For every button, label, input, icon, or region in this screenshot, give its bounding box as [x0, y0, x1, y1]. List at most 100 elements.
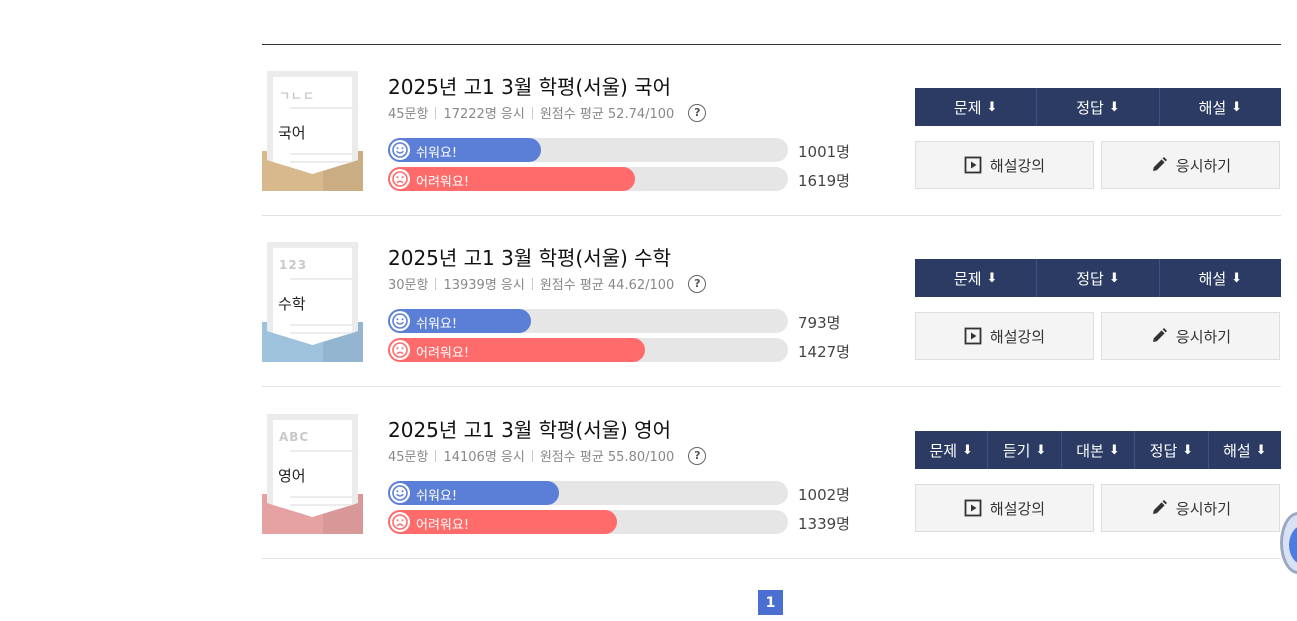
- pencil-icon: [1150, 156, 1168, 174]
- take-test-button[interactable]: 응시하기: [1101, 484, 1280, 532]
- download-button[interactable]: 대본 ⬇: [1062, 431, 1136, 469]
- smile-icon: [390, 140, 410, 160]
- subject-thumbnail: 123 수학: [262, 242, 363, 362]
- taker-count: 17222명 응시: [443, 107, 525, 122]
- download-icon: ⬇: [1108, 99, 1120, 115]
- easy-vote-label: 쉬워요!: [416, 489, 458, 504]
- take-test-label: 응시하기: [1175, 156, 1232, 175]
- take-test-button[interactable]: 응시하기: [1101, 312, 1280, 360]
- hard-vote-bar[interactable]: 어려워요!: [388, 338, 788, 362]
- subject-thumbnail: ㄱㄴㄷ 국어: [262, 71, 363, 191]
- easy-vote-count: 793명: [798, 314, 841, 332]
- play-icon: [964, 499, 982, 517]
- download-label: 대본: [1076, 441, 1104, 460]
- easy-vote-bar[interactable]: 쉬워요!: [388, 138, 788, 162]
- hard-vote-count: 1339명: [798, 515, 850, 533]
- pencil-icon: [1150, 327, 1168, 345]
- average-score: 원점수 평균 52.74/100: [539, 107, 675, 122]
- exam-title[interactable]: 2025년 고1 3월 학평(서울) 수학: [388, 242, 671, 271]
- lecture-label: 해설강의: [989, 156, 1046, 175]
- download-label: 정답: [1149, 441, 1178, 460]
- download-label: 해설: [1198, 98, 1227, 117]
- download-label: 정답: [1076, 269, 1104, 288]
- pagination-page-1[interactable]: 1: [758, 590, 783, 615]
- download-bar: 문제 ⬇ 정답 ⬇ 해설 ⬇: [915, 88, 1281, 126]
- hard-vote-count: 1427명: [798, 343, 850, 361]
- help-icon[interactable]: ?: [688, 274, 707, 293]
- hard-vote-count: 1619명: [798, 172, 850, 190]
- exam-title[interactable]: 2025년 고1 3월 학평(서울) 영어: [388, 414, 671, 443]
- easy-vote-label: 쉬워요!: [416, 146, 458, 161]
- take-test-button[interactable]: 응시하기: [1101, 141, 1280, 189]
- exam-row: 123 수학 2025년 고1 3월 학평(서울) 수학 30문항 13939명 응시 원…: [262, 216, 1281, 387]
- frown-icon: [390, 340, 410, 360]
- floating-button-icon: [1289, 525, 1297, 565]
- download-button[interactable]: 해설 ⬇: [1160, 88, 1281, 126]
- subject-thumbnail: ABC 영어: [262, 414, 363, 534]
- download-icon: ⬇: [1255, 442, 1267, 458]
- play-icon: [964, 156, 982, 174]
- pencil-icon: [1150, 499, 1168, 517]
- exam-meta: 45문항 17222명 응시 원점수 평균 52.74/100?: [388, 103, 707, 122]
- download-button[interactable]: 해설 ⬇: [1160, 259, 1281, 297]
- lecture-button[interactable]: 해설강의: [915, 312, 1094, 360]
- thumbnail-subject: 영어: [278, 467, 306, 485]
- download-icon: ⬇: [1108, 270, 1120, 286]
- download-button[interactable]: 정답 ⬇: [1037, 259, 1160, 297]
- easy-vote-fill: [388, 481, 559, 505]
- hard-vote-bar[interactable]: 어려워요!: [388, 510, 788, 534]
- download-label: 문제: [929, 441, 958, 460]
- lecture-button[interactable]: 해설강의: [915, 141, 1094, 189]
- help-icon[interactable]: ?: [688, 103, 707, 122]
- exam-meta: 45문항 14106명 응시 원점수 평균 55.80/100?: [388, 446, 707, 465]
- take-test-label: 응시하기: [1175, 499, 1232, 518]
- floating-chat-button[interactable]: [1280, 512, 1297, 574]
- help-icon[interactable]: ?: [688, 446, 707, 465]
- easy-vote-count: 1001명: [798, 143, 850, 161]
- exam-row: ABC 영어 2025년 고1 3월 학평(서울) 영어 45문항 14106명 응시 원…: [262, 388, 1281, 559]
- download-label: 해설: [1198, 269, 1227, 288]
- download-button[interactable]: 문제 ⬇: [915, 88, 1038, 126]
- average-score: 원점수 평균 55.80/100: [539, 450, 675, 465]
- download-icon: ⬇: [1231, 270, 1243, 286]
- easy-vote-count: 1002명: [798, 486, 850, 504]
- question-count: 45문항: [388, 107, 429, 122]
- easy-vote-bar[interactable]: 쉬워요!: [388, 309, 788, 333]
- download-icon: ⬇: [1035, 442, 1047, 458]
- average-score: 원점수 평균 44.62/100: [539, 278, 675, 293]
- download-label: 해설: [1223, 441, 1251, 460]
- thumbnail-subject: 수학: [278, 295, 306, 313]
- download-icon: ⬇: [986, 99, 998, 115]
- easy-vote-fill: [388, 138, 541, 162]
- question-count: 30문항: [388, 278, 429, 293]
- thumbnail-caption: 123: [279, 258, 308, 272]
- lecture-label: 해설강의: [989, 499, 1046, 518]
- thumbnail-caption: ㄱㄴㄷ: [279, 89, 316, 103]
- download-button[interactable]: 정답 ⬇: [1135, 431, 1209, 469]
- download-button[interactable]: 문제 ⬇: [915, 259, 1038, 297]
- frown-icon: [390, 169, 410, 189]
- hard-vote-label: 어려워요!: [416, 175, 470, 190]
- exam-row: ㄱㄴㄷ 국어 2025년 고1 3월 학평(서울) 국어 45문항 17222명 응시 원…: [262, 45, 1281, 216]
- hard-vote-bar[interactable]: 어려워요!: [388, 167, 788, 191]
- hard-vote-label: 어려워요!: [416, 346, 470, 361]
- hard-vote-label: 어려워요!: [416, 518, 470, 533]
- download-button[interactable]: 듣기 ⬇: [988, 431, 1062, 469]
- download-icon: ⬇: [1108, 442, 1120, 458]
- download-bar: 문제 ⬇ 듣기 ⬇ 대본 ⬇ 정답 ⬇ 해설 ⬇: [915, 431, 1281, 469]
- frown-icon: [390, 512, 410, 532]
- download-button[interactable]: 해설 ⬇: [1209, 431, 1281, 469]
- easy-vote-label: 쉬워요!: [416, 317, 458, 332]
- download-icon: ⬇: [962, 442, 973, 458]
- download-button[interactable]: 문제 ⬇: [915, 431, 989, 469]
- lecture-label: 해설강의: [989, 327, 1046, 346]
- thumbnail-subject: 국어: [278, 124, 306, 142]
- taker-count: 13939명 응시: [443, 278, 525, 293]
- download-label: 듣기: [1002, 441, 1031, 460]
- easy-vote-bar[interactable]: 쉬워요!: [388, 481, 788, 505]
- download-button[interactable]: 정답 ⬇: [1037, 88, 1160, 126]
- taker-count: 14106명 응시: [443, 450, 525, 465]
- thumbnail-caption: ABC: [279, 430, 310, 444]
- lecture-button[interactable]: 해설강의: [915, 484, 1094, 532]
- exam-title[interactable]: 2025년 고1 3월 학평(서울) 국어: [388, 71, 671, 100]
